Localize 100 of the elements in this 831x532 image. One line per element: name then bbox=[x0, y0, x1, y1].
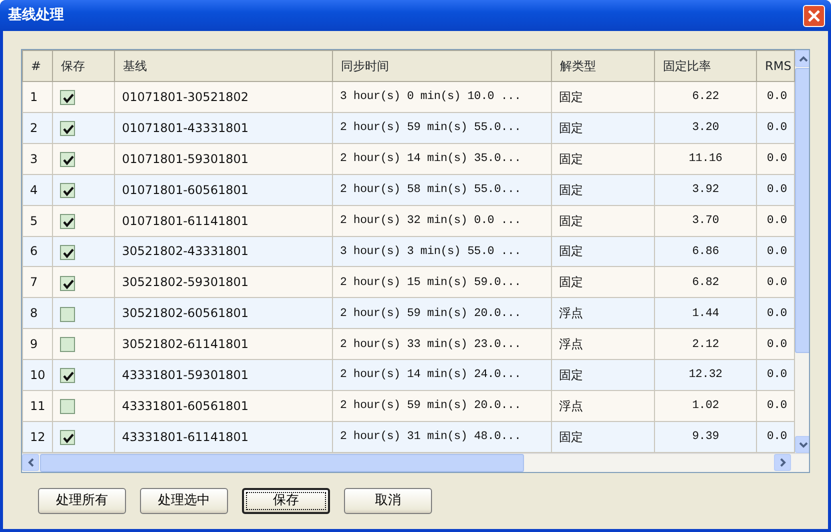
scroll-up-button[interactable] bbox=[795, 50, 809, 67]
time-cell: 2 hour(s) 32 min(s) 0.0 ... bbox=[332, 205, 552, 236]
row-number: 2 bbox=[22, 112, 52, 144]
scroll-down-button[interactable] bbox=[795, 436, 809, 453]
solution-type-cell: 固定 bbox=[552, 266, 654, 298]
solution-type-cell: 浮点 bbox=[552, 298, 654, 329]
baseline-cell: 30521802-61141801 bbox=[114, 328, 332, 360]
time-cell: 2 hour(s) 58 min(s) 55.0... bbox=[332, 174, 552, 206]
dialog-button[interactable]: 取消 bbox=[344, 488, 432, 514]
rms-cell: 0.0 bbox=[756, 205, 794, 236]
ratio-cell: 9.39 bbox=[654, 421, 756, 452]
time-cell: 3 hour(s) 0 min(s) 10.0 ... bbox=[332, 82, 552, 112]
row-number: 7 bbox=[22, 266, 52, 298]
save-checkbox[interactable] bbox=[60, 90, 75, 106]
row-number: 6 bbox=[22, 236, 52, 267]
scroll-left-button[interactable] bbox=[22, 454, 39, 471]
solution-type-cell: 浮点 bbox=[552, 328, 654, 360]
ratio-cell: 12.32 bbox=[654, 360, 756, 391]
time-cell: 2 hour(s) 59 min(s) 20.0... bbox=[332, 298, 552, 329]
dialog-button[interactable]: 处理所有 bbox=[38, 488, 126, 514]
scroll-right-button[interactable] bbox=[774, 454, 791, 471]
row-number: 9 bbox=[22, 328, 52, 360]
rms-cell: 0.0 bbox=[756, 328, 794, 360]
rms-cell: 0.0 bbox=[756, 112, 794, 144]
baseline-cell: 30521802-59301801 bbox=[114, 266, 332, 298]
column-header[interactable]: 固定比率 bbox=[654, 50, 756, 82]
solution-type-cell: 浮点 bbox=[552, 390, 654, 422]
ratio-cell: 3.70 bbox=[654, 205, 756, 236]
window-title: 基线处理 bbox=[8, 6, 64, 25]
column-header[interactable]: RMS bbox=[756, 50, 794, 82]
row-number: 1 bbox=[22, 82, 52, 112]
baseline-cell: 30521802-60561801 bbox=[114, 298, 332, 329]
rms-cell: 0.0 bbox=[756, 143, 794, 174]
column-header[interactable]: # bbox=[22, 50, 52, 82]
time-cell: 2 hour(s) 59 min(s) 20.0... bbox=[332, 390, 552, 422]
baseline-cell: 43331801-60561801 bbox=[114, 390, 332, 422]
column-header[interactable]: 解类型 bbox=[552, 50, 654, 82]
ratio-cell: 11.16 bbox=[654, 143, 756, 174]
ratio-cell: 6.86 bbox=[654, 236, 756, 267]
column-header[interactable]: 同步时间 bbox=[332, 50, 552, 82]
save-checkbox[interactable] bbox=[60, 306, 75, 322]
column-header[interactable]: 基线 bbox=[114, 50, 332, 82]
ratio-cell: 2.12 bbox=[654, 328, 756, 360]
close-button[interactable] bbox=[803, 4, 825, 26]
solution-type-cell: 固定 bbox=[552, 421, 654, 452]
rms-cell: 0.0 bbox=[756, 174, 794, 206]
save-checkbox[interactable] bbox=[60, 152, 75, 167]
save-checkbox[interactable] bbox=[60, 399, 75, 414]
save-checkbox[interactable] bbox=[60, 276, 75, 291]
rms-cell: 0.0 bbox=[756, 360, 794, 391]
column-header[interactable]: 保存 bbox=[52, 50, 114, 82]
baseline-cell: 30521802-43331801 bbox=[114, 236, 332, 267]
time-cell: 2 hour(s) 59 min(s) 55.0... bbox=[332, 112, 552, 144]
solution-type-cell: 固定 bbox=[552, 205, 654, 236]
ratio-cell: 6.82 bbox=[654, 266, 756, 298]
ratio-cell: 1.44 bbox=[654, 298, 756, 329]
save-checkbox[interactable] bbox=[60, 244, 75, 260]
time-cell: 3 hour(s) 3 min(s) 55.0 ... bbox=[332, 236, 552, 267]
solution-type-cell: 固定 bbox=[552, 360, 654, 391]
solution-type-cell: 固定 bbox=[552, 236, 654, 267]
baseline-cell: 01071801-61141801 bbox=[114, 205, 332, 236]
row-number: 11 bbox=[22, 390, 52, 422]
scrollbar-thumb[interactable] bbox=[40, 454, 524, 472]
baseline-cell: 43331801-59301801 bbox=[114, 360, 332, 391]
scrollbar-thumb[interactable] bbox=[795, 68, 809, 353]
rms-cell: 0.0 bbox=[756, 236, 794, 267]
save-checkbox[interactable] bbox=[60, 368, 75, 384]
time-cell: 2 hour(s) 14 min(s) 35.0... bbox=[332, 143, 552, 174]
ratio-cell: 6.22 bbox=[654, 82, 756, 112]
rms-cell: 0.0 bbox=[756, 266, 794, 298]
ratio-cell: 3.92 bbox=[654, 174, 756, 206]
rms-cell: 0.0 bbox=[756, 82, 794, 112]
row-number: 4 bbox=[22, 174, 52, 206]
solution-type-cell: 固定 bbox=[552, 112, 654, 144]
rms-cell: 0.0 bbox=[756, 298, 794, 329]
time-cell: 2 hour(s) 15 min(s) 59.0... bbox=[332, 266, 552, 298]
baseline-cell: 01071801-59301801 bbox=[114, 143, 332, 174]
rms-cell: 0.0 bbox=[756, 390, 794, 422]
baseline-cell: 01071801-43331801 bbox=[114, 112, 332, 144]
baseline-cell: 01071801-30521802 bbox=[114, 82, 332, 112]
time-cell: 2 hour(s) 14 min(s) 24.0... bbox=[332, 360, 552, 391]
dialog-button[interactable]: 处理选中 bbox=[140, 488, 228, 514]
row-number: 8 bbox=[22, 298, 52, 329]
time-cell: 2 hour(s) 33 min(s) 23.0... bbox=[332, 328, 552, 360]
save-checkbox[interactable] bbox=[60, 430, 75, 446]
row-number: 12 bbox=[22, 421, 52, 452]
solution-type-cell: 固定 bbox=[552, 143, 654, 174]
save-checkbox[interactable] bbox=[60, 121, 75, 136]
solution-type-cell: 固定 bbox=[552, 82, 654, 112]
solution-type-cell: 固定 bbox=[552, 174, 654, 206]
time-cell: 2 hour(s) 31 min(s) 48.0... bbox=[332, 421, 552, 452]
save-checkbox[interactable] bbox=[60, 214, 75, 229]
baseline-cell: 01071801-60561801 bbox=[114, 174, 332, 206]
row-number: 5 bbox=[22, 205, 52, 236]
dialog-button[interactable]: 保存 bbox=[242, 488, 330, 514]
save-checkbox[interactable] bbox=[60, 337, 75, 352]
ratio-cell: 1.02 bbox=[654, 390, 756, 422]
row-number: 3 bbox=[22, 143, 52, 174]
close-icon bbox=[808, 10, 820, 22]
save-checkbox[interactable] bbox=[60, 182, 75, 198]
